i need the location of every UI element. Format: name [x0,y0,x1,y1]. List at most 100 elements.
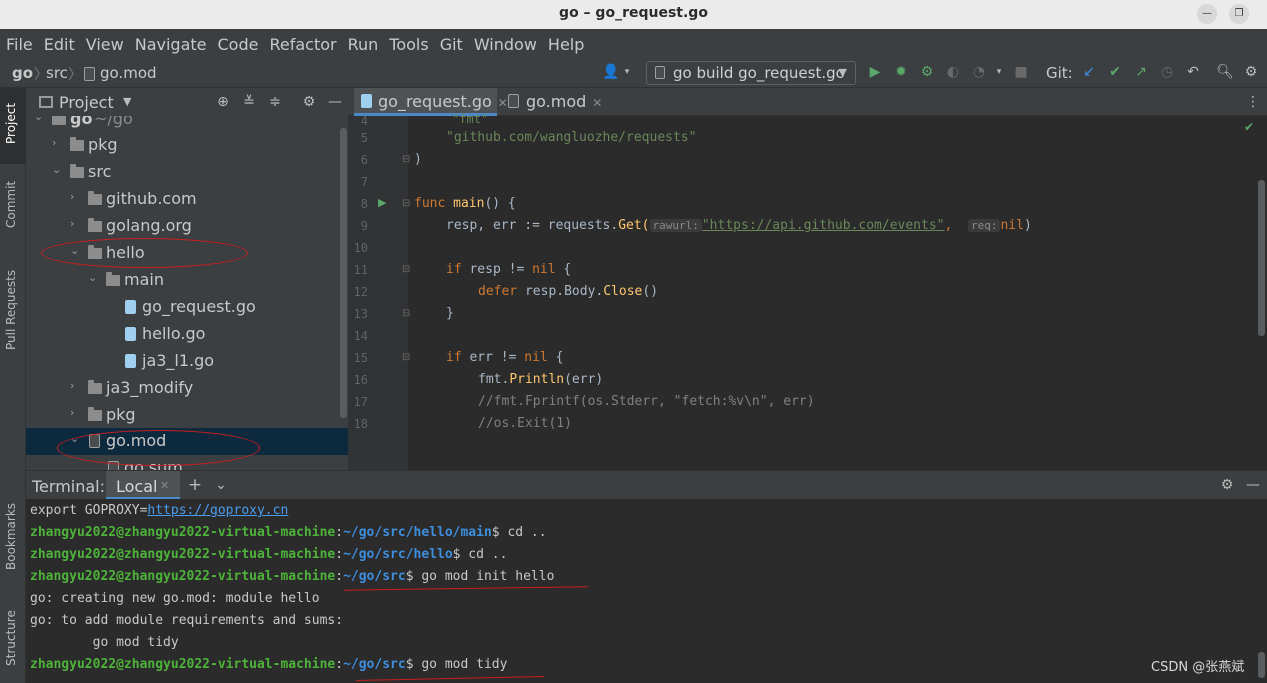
tree-item-github-com[interactable]: › github.com [26,186,348,213]
tree-item-pkg[interactable]: › pkg [26,132,348,159]
tree-item-label: github.com [106,189,197,208]
breadcrumb-go-mod[interactable]: go.mod [100,64,157,82]
tree-item-main[interactable]: ⌄ main [26,267,348,294]
menu-help[interactable]: Help [548,35,584,54]
project-panel-header: Project ▼ ⊕ ≚ ≑ ⚙ — [26,88,348,116]
more-run-icon[interactable]: ◔ [970,63,988,81]
collapse-all-icon[interactable]: ≑ [266,93,284,111]
tool-tab-project[interactable]: Project [4,103,18,144]
settings-gear-icon[interactable]: ⚙ [1242,63,1260,81]
tree-item-go-root[interactable]: ⌄ go ~/go [26,116,348,133]
run-configuration-select[interactable]: go build go_request.go ▼ [646,61,856,85]
fold-icon[interactable]: ⊟ [402,264,410,275]
terminal-scrollbar[interactable] [1258,652,1265,678]
run-gutter-icon[interactable]: ▶ [378,196,386,209]
locate-target-icon[interactable]: ⊕ [214,93,232,111]
project-panel-title[interactable]: Project [59,93,114,112]
tree-scrollbar[interactable] [340,128,347,418]
tree-item-src[interactable]: ⌄ src [26,159,348,186]
chevron-down-icon[interactable]: ⌄ [212,476,230,494]
chevron-down-icon[interactable]: ▾ [618,63,636,81]
terminal-line: zhangyu2022@zhangyu2022-virtual-machine:… [30,657,507,672]
close-icon[interactable]: ✕ [592,96,602,110]
code-text: fmt. [478,372,510,387]
git-history-icon[interactable]: ◷ [1158,63,1176,81]
tree-item-label: ja3_l1.go [142,351,215,370]
settings-gear-icon[interactable]: ⚙ [1218,476,1236,494]
menu-navigate[interactable]: Navigate [135,35,207,54]
folder-icon [88,380,102,394]
code-keyword: func [414,196,446,211]
menu-git[interactable]: Git [440,35,463,54]
tab-go-mod[interactable]: go.mod ✕ [502,88,602,116]
chevron-down-icon[interactable]: ▼ [123,95,131,108]
maximize-button[interactable]: ❐ [1229,4,1249,24]
menu-view[interactable]: View [86,35,124,54]
menu-edit[interactable]: Edit [44,35,75,54]
more-options-icon[interactable]: ⋮ [1244,93,1262,111]
expand-all-icon[interactable]: ≚ [240,93,258,111]
chevron-down-icon[interactable]: ⌄ [88,271,97,284]
add-tab-icon[interactable]: + [186,476,204,494]
debug-icon[interactable]: ✹ [892,63,910,81]
tree-item-ja3-l1-go[interactable]: ja3_l1.go [26,348,348,375]
project-view-icon [39,96,53,108]
breadcrumb-src[interactable]: src [46,64,68,82]
breadcrumb-go[interactable]: go [12,64,33,82]
chevron-right-icon[interactable]: › [70,190,74,203]
git-commit-icon[interactable]: ✔ [1106,63,1124,81]
code-text: (err) [564,372,604,387]
tool-tab-structure[interactable]: Structure [4,610,18,666]
search-icon[interactable]: 🔍︎ [1216,63,1234,81]
chevron-down-icon[interactable]: ▾ [990,63,1008,81]
tree-item-go-request-go[interactable]: go_request.go [26,294,348,321]
git-update-icon[interactable]: ↙ [1080,63,1098,81]
hide-panel-icon[interactable]: — [326,93,344,111]
line-number: 16 [353,373,368,387]
menu-run[interactable]: Run [348,35,379,54]
profile-icon[interactable]: ◐ [944,63,962,81]
breadcrumb-separator: 〉 [68,67,82,83]
tool-tab-bookmarks[interactable]: Bookmarks [4,503,18,570]
tab-terminal-local[interactable]: Local ✕ [106,471,180,500]
chevron-right-icon[interactable]: › [70,406,74,419]
folder-icon [88,218,102,232]
settings-gear-icon[interactable]: ⚙ [300,93,318,111]
menu-code[interactable]: Code [218,35,259,54]
tree-item-pkg-src[interactable]: › pkg [26,402,348,429]
minimize-button[interactable]: — [1197,4,1217,24]
menu-window[interactable]: Window [474,35,537,54]
tool-tab-pull-requests[interactable]: Pull Requests [4,270,18,350]
chevron-down-icon[interactable]: ⌄ [34,116,43,123]
fold-icon[interactable]: ⊟ [402,308,410,319]
git-rollback-icon[interactable]: ↶ [1184,63,1202,81]
hide-panel-icon[interactable]: — [1244,476,1262,494]
tree-item-golang-org[interactable]: › golang.org [26,213,348,240]
inspection-ok-icon[interactable]: ✔ [1244,120,1254,134]
prompt-user: zhangyu2022@zhangyu2022-virtual-machine [30,657,336,672]
git-push-icon[interactable]: ↗ [1132,63,1150,81]
chevron-right-icon[interactable]: › [52,136,56,149]
chevron-right-icon[interactable]: › [70,217,74,230]
chevron-right-icon[interactable]: › [70,379,74,392]
fold-icon[interactable]: ⊟ [402,352,410,363]
coverage-icon[interactable]: ⚙ [918,63,936,81]
menu-tools[interactable]: Tools [389,35,428,54]
fold-icon[interactable]: ⊟ [402,198,410,209]
tree-item-hello-go[interactable]: hello.go [26,321,348,348]
fold-icon[interactable]: ⊟ [402,154,410,165]
param-hint: req: [967,219,1001,232]
editor-scrollbar[interactable] [1258,180,1265,336]
tree-item-label: main [124,270,164,289]
run-icon[interactable]: ▶ [866,63,884,81]
tool-tab-commit[interactable]: Commit [4,181,18,228]
chevron-down-icon[interactable]: ⌄ [52,163,61,176]
tree-item-ja3-modify[interactable]: › ja3_modify [26,375,348,402]
menu-file[interactable]: File [6,35,33,54]
terminal-link[interactable]: https://goproxy.cn [147,503,288,518]
stop-icon[interactable]: ■ [1012,63,1030,81]
code-line: } [446,306,454,321]
menu-refactor[interactable]: Refactor [269,35,336,54]
prompt-path: ~/go/src/hello [343,547,453,562]
close-icon[interactable]: ✕ [160,479,169,492]
